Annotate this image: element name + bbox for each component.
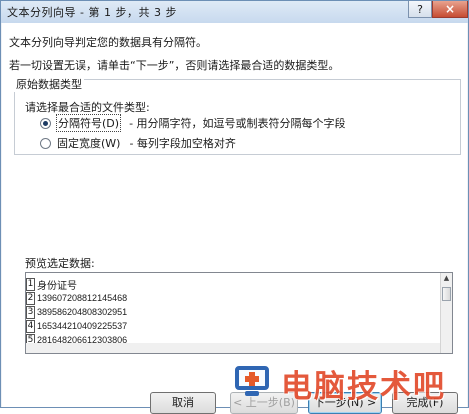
radio-fixed-width-label[interactable]: 固定宽度(W) <box>56 135 121 151</box>
data-preview-pane[interactable]: 1 身份证号 2 139607208812145468 3 3895862048… <box>25 272 453 354</box>
back-button[interactable]: < 上一步(B) <box>230 392 298 414</box>
intro-text-line1: 文本分列向导判定您的数据具有分隔符。 <box>9 36 207 49</box>
radio-delimited-indicator[interactable] <box>40 117 51 129</box>
preview-row-number: 3 <box>26 305 35 319</box>
preview-row: 2 139607208812145468 <box>26 291 127 305</box>
title-bar[interactable]: 文本分列向导 - 第 1 步，共 3 步 ? × <box>1 1 468 23</box>
data-type-group-title: 原始数据类型 <box>14 76 84 92</box>
preview-row: 1 身份证号 <box>26 277 77 292</box>
scroll-up-arrow-icon[interactable]: ▲ <box>441 273 452 284</box>
radio-fixed-width[interactable]: 固定宽度(W) - 每列字段加空格对齐 <box>40 135 236 151</box>
preview-vertical-scrollbar[interactable]: ▲ <box>440 273 452 353</box>
cancel-button[interactable]: 取消 <box>150 392 216 414</box>
preview-row: 3 389586204808302951 <box>26 305 127 319</box>
preview-row-text: 身份证号 <box>37 280 77 292</box>
preview-label: 预览选定数据: <box>25 257 95 270</box>
radio-fixed-width-desc: - 每列字段加空格对齐 <box>129 137 236 150</box>
radio-delimited[interactable]: 分隔符号(D) - 用分隔字符，如逗号或制表符分隔每个字段 <box>40 114 346 132</box>
preview-horizontal-scrollbar[interactable] <box>26 343 440 353</box>
scroll-thumb[interactable] <box>442 287 451 301</box>
text-to-columns-wizard-window: 文本分列向导 - 第 1 步，共 3 步 ? × 文本分列向导判定您的数据具有分… <box>0 0 469 414</box>
close-button[interactable]: × <box>432 1 468 18</box>
radio-fixed-width-indicator[interactable] <box>40 137 51 149</box>
help-button[interactable]: ? <box>408 1 432 18</box>
preview-row-number: 4 <box>26 319 35 333</box>
preview-row-text: 139607208812145468 <box>37 293 128 303</box>
preview-row-text: 165344210409225537 <box>37 321 128 331</box>
dialog-body: 文本分列向导判定您的数据具有分隔符。 若一切设置无误，请单击“下一步”，否则请选… <box>2 23 467 414</box>
radio-delimited-desc: - 用分隔字符，如逗号或制表符分隔每个字段 <box>129 117 346 130</box>
preview-row-number: 1 <box>26 277 35 291</box>
preview-row-number: 2 <box>26 291 35 305</box>
preview-row-text: 389586204808302951 <box>37 307 128 317</box>
radio-delimited-label[interactable]: 分隔符号(D) <box>56 114 122 132</box>
next-button[interactable]: 下一步(N) > <box>308 392 382 414</box>
window-title: 文本分列向导 - 第 1 步，共 3 步 <box>7 6 177 19</box>
file-type-prompt: 请选择最合适的文件类型: <box>25 101 150 114</box>
intro-text-line2: 若一切设置无误，请单击“下一步”，否则请选择最合适的数据类型。 <box>9 59 340 72</box>
preview-row: 4 165344210409225537 <box>26 319 127 333</box>
finish-button[interactable]: 完成(F) <box>392 392 458 414</box>
